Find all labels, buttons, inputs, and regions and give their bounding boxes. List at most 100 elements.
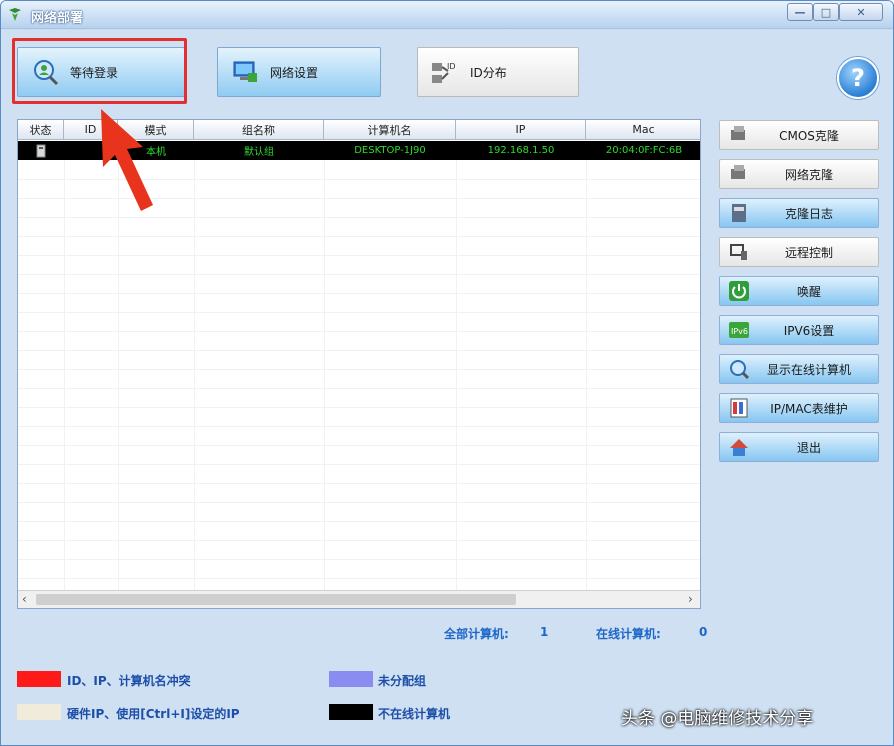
scroll-right-icon[interactable]: ›: [688, 592, 693, 606]
network-clone-button[interactable]: 网络克隆: [719, 159, 879, 189]
watermark-text: 头条 @电脑维修技术分享: [621, 709, 814, 729]
clone-log-label: 克隆日志: [784, 206, 833, 221]
grid-line: [18, 369, 700, 370]
legend-label-conflict: ID、IP、计算机名冲突: [67, 674, 191, 688]
grid-line: [18, 293, 700, 294]
grid-line: [18, 331, 700, 332]
grid-line: [18, 502, 700, 503]
online-computers-count: 0: [699, 625, 708, 639]
grid-line: [18, 426, 700, 427]
ip-mac-maintain-button[interactable]: IP/MAC表维护: [719, 393, 879, 423]
power-icon: [729, 281, 749, 301]
help-icon: ?: [851, 64, 865, 92]
grid-line: [18, 388, 700, 389]
row-group-cell: 默认组: [244, 147, 274, 158]
grid-line: [586, 160, 587, 590]
exit-door-icon: [730, 439, 748, 456]
help-button[interactable]: ?: [837, 57, 879, 99]
log-book-icon: [732, 204, 746, 222]
clone-log-button[interactable]: 克隆日志: [719, 198, 879, 228]
cmos-clone-label: CMOS克隆: [779, 128, 839, 143]
cmos-chip-icon: [731, 126, 745, 140]
table-edit-icon: [730, 398, 748, 418]
grid-line: [18, 350, 700, 351]
grid-line: [456, 160, 457, 590]
exit-button[interactable]: 退出: [719, 432, 879, 462]
search-computer-icon: [730, 360, 750, 380]
annotation-arrow-icon: [101, 109, 153, 211]
legend-label-unassigned: 未分配组: [378, 674, 427, 688]
remote-control-button[interactable]: 远程控制: [719, 237, 879, 267]
grid-line: [18, 540, 700, 541]
minimize-button[interactable]: —: [787, 3, 813, 21]
ipv6-settings-button[interactable]: IPv6 IPV6设置: [719, 315, 879, 345]
column-header-ip[interactable]: IP: [456, 120, 586, 140]
ip-mac-maintain-label: IP/MAC表维护: [770, 401, 848, 416]
grid-line: [18, 236, 700, 237]
remote-control-label: 远程控制: [784, 245, 833, 260]
network-deploy-window: 网络部署 — □ ✕ 等待登录 网络设置 ID ID分布 ? 状态 ID 模式 …: [0, 0, 894, 746]
scroll-left-icon[interactable]: ‹: [22, 592, 27, 606]
show-online-computers-button[interactable]: 显示在线计算机: [719, 354, 879, 384]
annotation-highlight-box: [12, 38, 187, 104]
network-clone-label: 网络克隆: [784, 167, 833, 182]
network-settings-label: 网络设置: [270, 65, 319, 80]
computer-tower-icon: [36, 144, 46, 157]
network-settings-button[interactable]: 网络设置: [217, 47, 381, 97]
grid-line: [18, 274, 700, 275]
title-bar[interactable]: 网络部署 — □ ✕: [1, 1, 893, 29]
column-header-group[interactable]: 组名称: [194, 120, 324, 140]
id-assign-button[interactable]: ID ID分布: [417, 47, 579, 97]
maximize-icon: □: [820, 5, 832, 19]
column-header-computer-name[interactable]: 计算机名: [324, 120, 456, 140]
legend-swatch-unassigned: [329, 671, 373, 687]
grid-line: [324, 160, 325, 590]
scrollbar-thumb[interactable]: [36, 594, 516, 605]
grid-line: [64, 160, 65, 590]
all-computers-count: 1: [540, 625, 549, 639]
legend-swatch-offline: [329, 704, 373, 720]
horizontal-scrollbar[interactable]: ‹ ›: [18, 590, 700, 608]
ipv6-settings-label: IPV6设置: [783, 323, 835, 338]
grid-line: [194, 160, 195, 590]
wake-label: 唤醒: [796, 284, 821, 299]
minimize-icon: —: [794, 5, 806, 19]
close-icon: ✕: [856, 5, 866, 19]
grid-line: [18, 217, 700, 218]
legend-label-offline: 不在线计算机: [378, 707, 451, 721]
row-mac-cell: 20:04:0F:FC:6B: [605, 145, 683, 156]
grid-line: [18, 312, 700, 313]
remote-control-icon: [730, 244, 747, 260]
show-online-computers-label: 显示在线计算机: [766, 362, 851, 377]
grid-line: [118, 160, 119, 590]
svg-text:ID: ID: [447, 62, 456, 71]
online-computers-label: 在线计算机:: [596, 627, 661, 641]
ipv6-icon: IPv6: [729, 322, 749, 338]
grid-line: [18, 255, 700, 256]
cmos-clone-button[interactable]: CMOS克隆: [719, 120, 879, 150]
id-assign-label: ID分布: [470, 65, 507, 80]
exit-label: 退出: [796, 440, 821, 455]
column-header-status[interactable]: 状态: [18, 120, 64, 140]
network-clone-icon: [731, 165, 745, 179]
close-button[interactable]: ✕: [839, 3, 883, 21]
row-status-cell: [18, 141, 64, 160]
grid-line: [18, 559, 700, 560]
grid-line: [18, 521, 700, 522]
grid-line: [18, 578, 700, 579]
legend-swatch-hardware-ip: [17, 704, 61, 720]
grid-line: [18, 483, 700, 484]
all-computers-label: 全部计算机:: [444, 627, 509, 641]
grid-line: [18, 464, 700, 465]
maximize-button[interactable]: □: [813, 3, 839, 21]
legend-swatch-conflict: [17, 671, 61, 687]
wake-button[interactable]: 唤醒: [719, 276, 879, 306]
grid-line: [18, 445, 700, 446]
row-computer-cell: DESKTOP-1J90: [354, 145, 426, 156]
window-title: 网络部署: [31, 11, 84, 26]
app-icon: [9, 8, 21, 21]
computer-network-icon: [233, 61, 257, 82]
grid-line: [18, 407, 700, 408]
column-header-mac[interactable]: Mac: [586, 120, 700, 140]
legend-label-hardware-ip: 硬件IP、使用[Ctrl+I]设定的IP: [67, 707, 240, 721]
